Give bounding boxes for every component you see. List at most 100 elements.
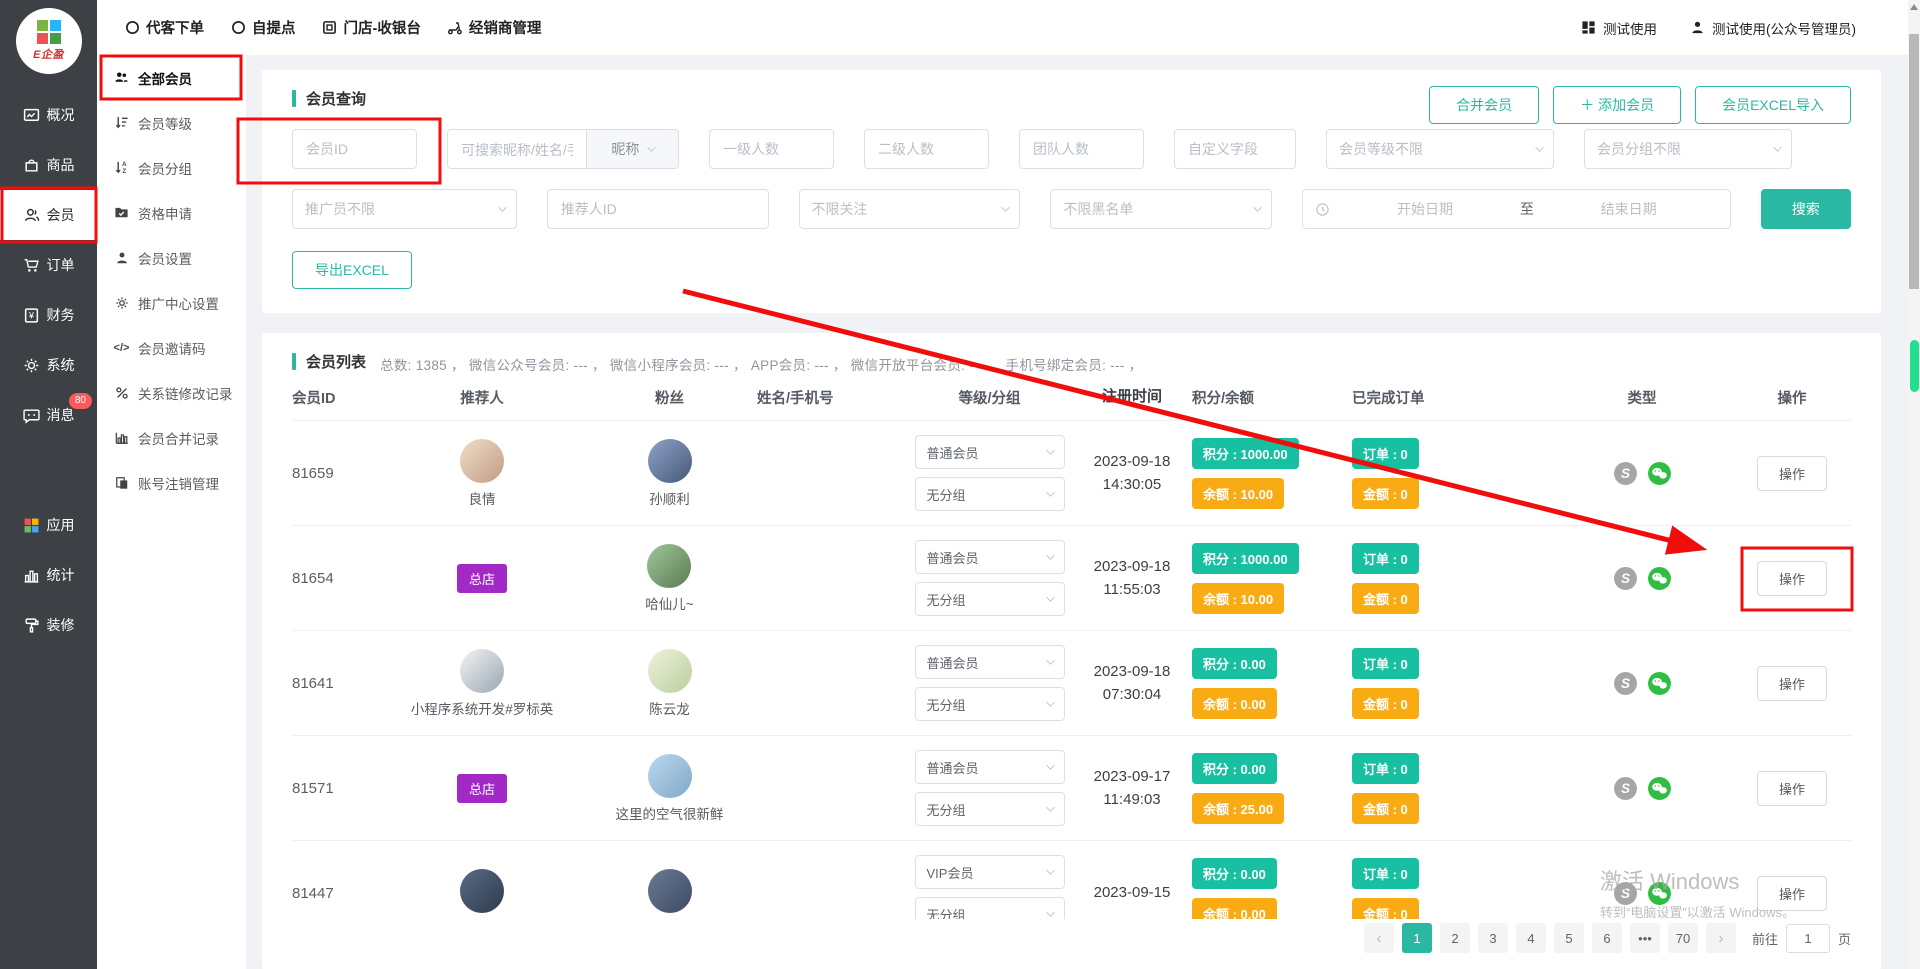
merge-members-button[interactable]: 合并会员 [1429, 86, 1539, 124]
scrollbar-thumb[interactable] [1909, 34, 1919, 289]
page-button-6[interactable]: ••• [1630, 923, 1660, 953]
level1-count-input[interactable] [709, 129, 834, 169]
end-date-placeholder[interactable]: 结束日期 [1540, 199, 1718, 219]
topnav-item-valet-order[interactable]: 代客下单 [124, 17, 204, 38]
follow-status-value: 不限关注 [812, 199, 868, 219]
sidebar-item-apps[interactable]: 应用 [0, 500, 97, 550]
query-title-text: 会员查询 [306, 88, 366, 109]
fan-avatar[interactable] [648, 439, 692, 483]
submenu-item-member-settings[interactable]: 会员设置 [97, 235, 246, 280]
finance-icon: ¥ [23, 307, 40, 324]
row-level-value: 普通会员 [927, 443, 979, 462]
referrer-avatar[interactable] [460, 439, 504, 483]
follow-status-select[interactable]: 不限关注 [799, 189, 1021, 229]
level2-count-input[interactable] [864, 129, 989, 169]
submenu-item-account-cancellation[interactable]: 账号注销管理 [97, 460, 246, 505]
submenu-item-relation-chain-log[interactable]: 关系链修改记录 [97, 370, 246, 415]
fan-name: 孙顺利 [649, 488, 690, 508]
submenu-item-promotion-settings[interactable]: 推广中心设置 [97, 280, 246, 325]
fan-avatar[interactable] [647, 544, 691, 588]
fan-avatar[interactable] [648, 869, 692, 913]
submenu-item-qualification[interactable]: 资格申请 [97, 190, 246, 235]
next-page-button[interactable]: › [1706, 923, 1736, 953]
submenu-item-all-members[interactable]: 全部会员 [97, 55, 246, 100]
page-button-4[interactable]: 5 [1554, 923, 1584, 953]
order-amount-badge: 金额 : 0 [1352, 478, 1419, 509]
register-date-range[interactable]: 开始日期 至 结束日期 [1302, 189, 1730, 229]
topnav-item-store-cashier[interactable]: 门店-收银台 [322, 17, 421, 38]
row-action-button[interactable]: 操作 [1757, 456, 1827, 491]
row-action-button[interactable]: 操作 [1757, 876, 1827, 911]
brand-logo-icon [37, 20, 61, 44]
member-level-select[interactable]: 会员等级不限 [1326, 129, 1554, 169]
row-group-select[interactable]: 无分组 [915, 582, 1065, 616]
fan-avatar[interactable] [648, 754, 692, 798]
filter-row-2: 推广员不限 不限关注 不限黑名单 开始日期 至 结束日期 搜索 [292, 189, 1851, 229]
start-date-placeholder[interactable]: 开始日期 [1336, 199, 1514, 219]
custom-field-input[interactable] [1174, 129, 1296, 169]
page-button-7[interactable]: 70 [1668, 923, 1698, 953]
sidebar-item-messages[interactable]: 消息 80 [0, 390, 97, 440]
referrer-avatar[interactable] [460, 649, 504, 693]
export-excel-button[interactable]: 导出EXCEL [292, 251, 412, 289]
page-button-0[interactable]: 1 [1402, 923, 1432, 953]
referrer-avatar[interactable] [460, 869, 504, 913]
sidebar-item-members[interactable]: 会员 [0, 190, 97, 240]
topnav-item-pickup-point[interactable]: 自提点 [230, 17, 296, 38]
page-button-3[interactable]: 4 [1516, 923, 1546, 953]
page-button-2[interactable]: 3 [1478, 923, 1508, 953]
prev-page-button[interactable]: ‹ [1364, 923, 1394, 953]
row-group-select[interactable]: 无分组 [915, 687, 1065, 721]
row-level-select[interactable]: VIP会员 [915, 855, 1065, 889]
topnav-item-dealer-management[interactable]: 经销商管理 [447, 17, 542, 38]
row-level-select[interactable]: 普通会员 [915, 750, 1065, 784]
blacklist-select[interactable]: 不限黑名单 [1050, 189, 1272, 229]
search-button[interactable]: 搜索 [1761, 189, 1852, 229]
sidebar-item-label: 应用 [47, 515, 75, 535]
test-account-shortcut[interactable]: 测试使用 [1580, 18, 1657, 38]
add-member-button[interactable]: ＋ 添加会员 [1553, 86, 1681, 124]
row-group-select[interactable]: 无分组 [915, 792, 1065, 826]
row-level-value: 普通会员 [927, 758, 979, 777]
sidebar-item-overview[interactable]: 概况 [0, 90, 97, 140]
row-level-select[interactable]: 普通会员 [915, 540, 1065, 574]
submenu-item-member-groups[interactable]: AZ 会员分组 [97, 145, 246, 190]
member-excel-import-button[interactable]: 会员EXCEL导入 [1695, 86, 1851, 124]
sidebar-item-design[interactable]: 装修 [0, 600, 97, 650]
page-button-1[interactable]: 2 [1440, 923, 1470, 953]
action-cell: 操作 [1732, 666, 1851, 701]
promoter-select[interactable]: 推广员不限 [292, 189, 517, 229]
submenu-item-merge-records[interactable]: 会员合并记录 [97, 415, 246, 460]
keyword-type-select[interactable]: 昵称 [586, 130, 678, 168]
sidebar-item-system[interactable]: 系统 [0, 340, 97, 390]
row-level-select[interactable]: 普通会员 [915, 435, 1065, 469]
sidebar-item-finance[interactable]: ¥ 财务 [0, 290, 97, 340]
team-count-input[interactable] [1019, 129, 1144, 169]
current-user-menu[interactable]: 测试使用(公众号管理员) [1689, 18, 1856, 38]
list-title-text: 会员列表 [306, 351, 366, 372]
member-group-select[interactable]: 会员分组不限 [1584, 129, 1792, 169]
sidebar-item-stats[interactable]: 统计 [0, 550, 97, 600]
svg-text:S: S [1620, 676, 1629, 691]
submenu-item-invite-code[interactable]: </> 会员邀请码 [97, 325, 246, 370]
keyword-input[interactable] [448, 130, 586, 169]
row-level-select[interactable]: 普通会员 [915, 645, 1065, 679]
page-button-5[interactable]: 6 [1592, 923, 1622, 953]
row-group-select[interactable]: 无分组 [915, 897, 1065, 919]
chevron-down-icon [1773, 143, 1782, 152]
gear-icon [114, 295, 129, 310]
row-action-button[interactable]: 操作 [1757, 666, 1827, 701]
fan-avatar[interactable] [648, 649, 692, 693]
member-id-input[interactable] [292, 129, 417, 169]
referrer-id-input[interactable] [547, 189, 769, 229]
sidebar-item-goods[interactable]: 商品 [0, 140, 97, 190]
submenu-item-member-levels[interactable]: 会员等级 [97, 100, 246, 145]
sidebar-item-orders[interactable]: 订单 [0, 240, 97, 290]
scroll-up-arrow-icon[interactable] [1910, 4, 1918, 10]
page-scrollbar[interactable] [1908, 0, 1920, 969]
row-action-button[interactable]: 操作 [1757, 771, 1827, 806]
goto-page-input[interactable] [1786, 924, 1830, 953]
topbar-right: 测试使用 测试使用(公众号管理员) [1580, 18, 1908, 38]
row-group-select[interactable]: 无分组 [915, 477, 1065, 511]
row-action-button[interactable]: 操作 [1757, 561, 1827, 596]
